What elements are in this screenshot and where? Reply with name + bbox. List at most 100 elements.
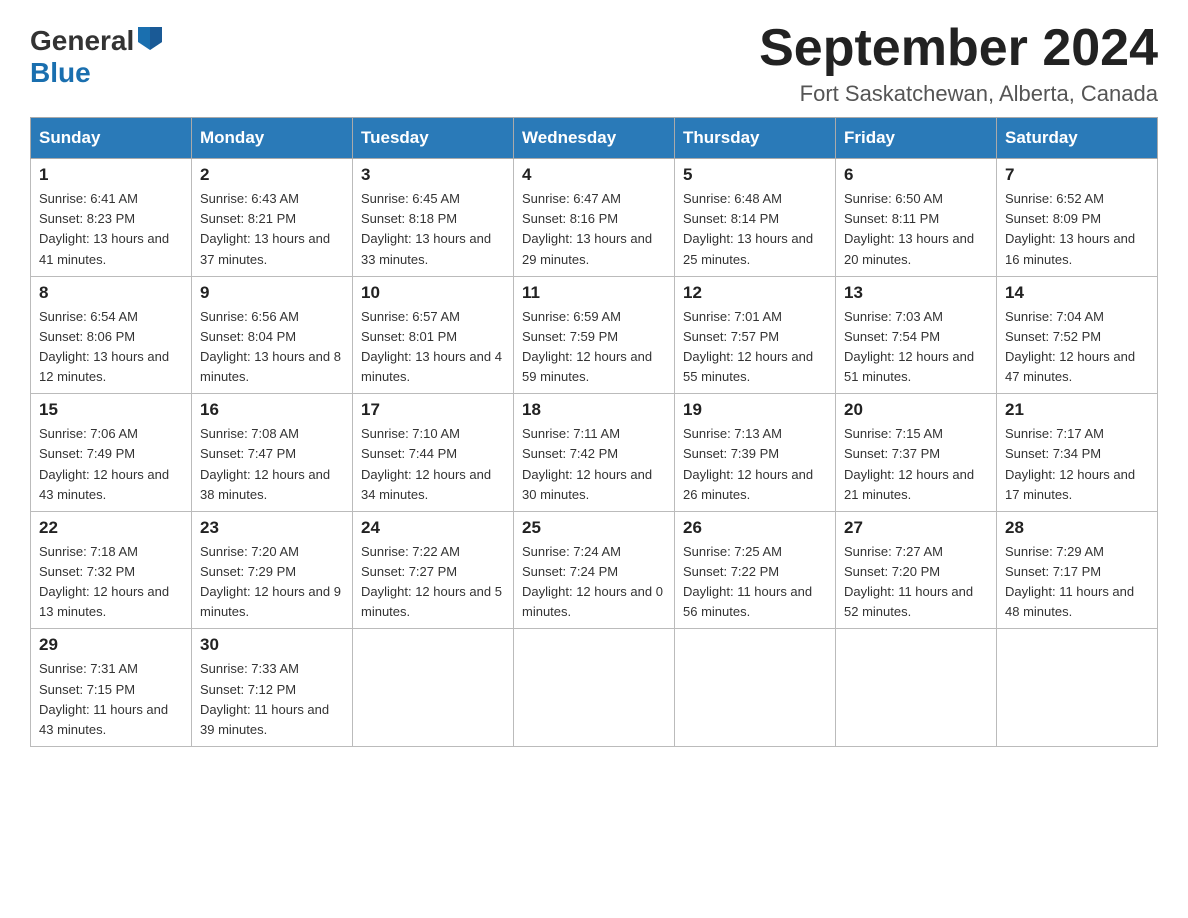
calendar-cell: 14 Sunrise: 7:04 AMSunset: 7:52 PMDayligh…	[997, 276, 1158, 394]
day-number: 5	[683, 165, 827, 185]
calendar-cell: 25Sunrise: 7:24 AMSunset: 7:24 PMDayligh…	[514, 511, 675, 629]
day-info: Sunrise: 7:04 AMSunset: 7:52 PMDaylight:…	[1005, 307, 1149, 388]
calendar-cell: 4 Sunrise: 6:47 AMSunset: 8:16 PMDaylight…	[514, 159, 675, 277]
week-row: 29Sunrise: 7:31 AMSunset: 7:15 PMDayligh…	[31, 629, 1158, 747]
day-info: Sunrise: 7:01 AMSunset: 7:57 PMDaylight:…	[683, 307, 827, 388]
day-number: 16	[200, 400, 344, 420]
logo: General Blue	[30, 25, 164, 89]
day-info: Sunrise: 7:10 AMSunset: 7:44 PMDaylight:…	[361, 424, 505, 505]
calendar-cell	[514, 629, 675, 747]
day-number: 4	[522, 165, 666, 185]
day-info: Sunrise: 7:18 AMSunset: 7:32 PMDaylight:…	[39, 542, 183, 623]
day-info: Sunrise: 7:33 AMSunset: 7:12 PMDaylight:…	[200, 659, 344, 740]
day-of-week-header: Wednesday	[514, 118, 675, 159]
day-info: Sunrise: 6:41 AMSunset: 8:23 PMDaylight:…	[39, 189, 183, 270]
calendar-cell: 28 Sunrise: 7:29 AMSunset: 7:17 PMDayligh…	[997, 511, 1158, 629]
calendar-cell: 17 Sunrise: 7:10 AMSunset: 7:44 PMDayligh…	[353, 394, 514, 512]
day-number: 27	[844, 518, 988, 538]
day-number: 8	[39, 283, 183, 303]
calendar-cell: 29Sunrise: 7:31 AMSunset: 7:15 PMDayligh…	[31, 629, 192, 747]
day-info: Sunrise: 7:17 AMSunset: 7:34 PMDaylight:…	[1005, 424, 1149, 505]
title-block: September 2024 Fort Saskatchewan, Albert…	[759, 20, 1158, 107]
calendar-cell	[836, 629, 997, 747]
logo-icon	[136, 22, 164, 50]
day-of-week-header: Saturday	[997, 118, 1158, 159]
calendar-cell: 18 Sunrise: 7:11 AMSunset: 7:42 PMDayligh…	[514, 394, 675, 512]
day-number: 10	[361, 283, 505, 303]
day-info: Sunrise: 6:48 AMSunset: 8:14 PMDaylight:…	[683, 189, 827, 270]
day-number: 11	[522, 283, 666, 303]
calendar-cell: 15 Sunrise: 7:06 AMSunset: 7:49 PMDayligh…	[31, 394, 192, 512]
week-row: 8 Sunrise: 6:54 AMSunset: 8:06 PMDaylight…	[31, 276, 1158, 394]
calendar-cell: 6 Sunrise: 6:50 AMSunset: 8:11 PMDaylight…	[836, 159, 997, 277]
location-subtitle: Fort Saskatchewan, Alberta, Canada	[759, 81, 1158, 107]
day-info: Sunrise: 7:15 AMSunset: 7:37 PMDaylight:…	[844, 424, 988, 505]
day-info: Sunrise: 7:25 AMSunset: 7:22 PMDaylight:…	[683, 542, 827, 623]
day-info: Sunrise: 6:45 AMSunset: 8:18 PMDaylight:…	[361, 189, 505, 270]
calendar-title: September 2024	[759, 20, 1158, 77]
day-of-week-header: Tuesday	[353, 118, 514, 159]
day-info: Sunrise: 7:22 AMSunset: 7:27 PMDaylight:…	[361, 542, 505, 623]
day-info: Sunrise: 7:31 AMSunset: 7:15 PMDaylight:…	[39, 659, 183, 740]
day-number: 23	[200, 518, 344, 538]
calendar-cell: 11Sunrise: 6:59 AMSunset: 7:59 PMDayligh…	[514, 276, 675, 394]
calendar-cell: 10 Sunrise: 6:57 AMSunset: 8:01 PMDayligh…	[353, 276, 514, 394]
day-info: Sunrise: 6:47 AMSunset: 8:16 PMDaylight:…	[522, 189, 666, 270]
day-of-week-header: Monday	[192, 118, 353, 159]
day-number: 26	[683, 518, 827, 538]
calendar-cell: 7Sunrise: 6:52 AMSunset: 8:09 PMDaylight…	[997, 159, 1158, 277]
week-row: 1Sunrise: 6:41 AMSunset: 8:23 PMDaylight…	[31, 159, 1158, 277]
day-number: 25	[522, 518, 666, 538]
calendar-cell: 20Sunrise: 7:15 AMSunset: 7:37 PMDayligh…	[836, 394, 997, 512]
calendar-cell: 23 Sunrise: 7:20 AMSunset: 7:29 PMDayligh…	[192, 511, 353, 629]
day-info: Sunrise: 7:29 AMSunset: 7:17 PMDaylight:…	[1005, 542, 1149, 623]
day-info: Sunrise: 7:03 AMSunset: 7:54 PMDaylight:…	[844, 307, 988, 388]
day-of-week-header: Sunday	[31, 118, 192, 159]
calendar-cell: 13 Sunrise: 7:03 AMSunset: 7:54 PMDayligh…	[836, 276, 997, 394]
day-number: 7	[1005, 165, 1149, 185]
calendar-cell: 30Sunrise: 7:33 AMSunset: 7:12 PMDayligh…	[192, 629, 353, 747]
day-info: Sunrise: 7:11 AMSunset: 7:42 PMDaylight:…	[522, 424, 666, 505]
day-info: Sunrise: 6:54 AMSunset: 8:06 PMDaylight:…	[39, 307, 183, 388]
day-of-week-header: Friday	[836, 118, 997, 159]
day-number: 19	[683, 400, 827, 420]
day-info: Sunrise: 7:13 AMSunset: 7:39 PMDaylight:…	[683, 424, 827, 505]
calendar-cell	[353, 629, 514, 747]
day-info: Sunrise: 6:43 AMSunset: 8:21 PMDaylight:…	[200, 189, 344, 270]
day-number: 18	[522, 400, 666, 420]
day-info: Sunrise: 7:20 AMSunset: 7:29 PMDaylight:…	[200, 542, 344, 623]
calendar-cell: 2 Sunrise: 6:43 AMSunset: 8:21 PMDaylight…	[192, 159, 353, 277]
calendar-cell: 24 Sunrise: 7:22 AMSunset: 7:27 PMDayligh…	[353, 511, 514, 629]
day-number: 15	[39, 400, 183, 420]
day-number: 13	[844, 283, 988, 303]
day-info: Sunrise: 6:56 AMSunset: 8:04 PMDaylight:…	[200, 307, 344, 388]
week-row: 22 Sunrise: 7:18 AMSunset: 7:32 PMDayligh…	[31, 511, 1158, 629]
day-number: 28	[1005, 518, 1149, 538]
day-number: 21	[1005, 400, 1149, 420]
day-number: 9	[200, 283, 344, 303]
day-info: Sunrise: 7:27 AMSunset: 7:20 PMDaylight:…	[844, 542, 988, 623]
calendar-cell: 5 Sunrise: 6:48 AMSunset: 8:14 PMDaylight…	[675, 159, 836, 277]
day-info: Sunrise: 6:57 AMSunset: 8:01 PMDaylight:…	[361, 307, 505, 388]
day-of-week-header: Thursday	[675, 118, 836, 159]
calendar-cell: 21 Sunrise: 7:17 AMSunset: 7:34 PMDayligh…	[997, 394, 1158, 512]
day-number: 24	[361, 518, 505, 538]
calendar-cell: 19 Sunrise: 7:13 AMSunset: 7:39 PMDayligh…	[675, 394, 836, 512]
day-info: Sunrise: 6:50 AMSunset: 8:11 PMDaylight:…	[844, 189, 988, 270]
day-number: 3	[361, 165, 505, 185]
calendar-cell: 1Sunrise: 6:41 AMSunset: 8:23 PMDaylight…	[31, 159, 192, 277]
calendar-table: SundayMondayTuesdayWednesdayThursdayFrid…	[30, 117, 1158, 747]
calendar-cell: 26 Sunrise: 7:25 AMSunset: 7:22 PMDayligh…	[675, 511, 836, 629]
day-number: 17	[361, 400, 505, 420]
day-number: 12	[683, 283, 827, 303]
day-number: 6	[844, 165, 988, 185]
day-info: Sunrise: 7:06 AMSunset: 7:49 PMDaylight:…	[39, 424, 183, 505]
week-row: 15 Sunrise: 7:06 AMSunset: 7:49 PMDayligh…	[31, 394, 1158, 512]
logo-text: General Blue	[30, 25, 164, 89]
day-number: 2	[200, 165, 344, 185]
day-number: 22	[39, 518, 183, 538]
day-number: 14	[1005, 283, 1149, 303]
calendar-cell: 22 Sunrise: 7:18 AMSunset: 7:32 PMDayligh…	[31, 511, 192, 629]
days-header-row: SundayMondayTuesdayWednesdayThursdayFrid…	[31, 118, 1158, 159]
calendar-cell	[675, 629, 836, 747]
